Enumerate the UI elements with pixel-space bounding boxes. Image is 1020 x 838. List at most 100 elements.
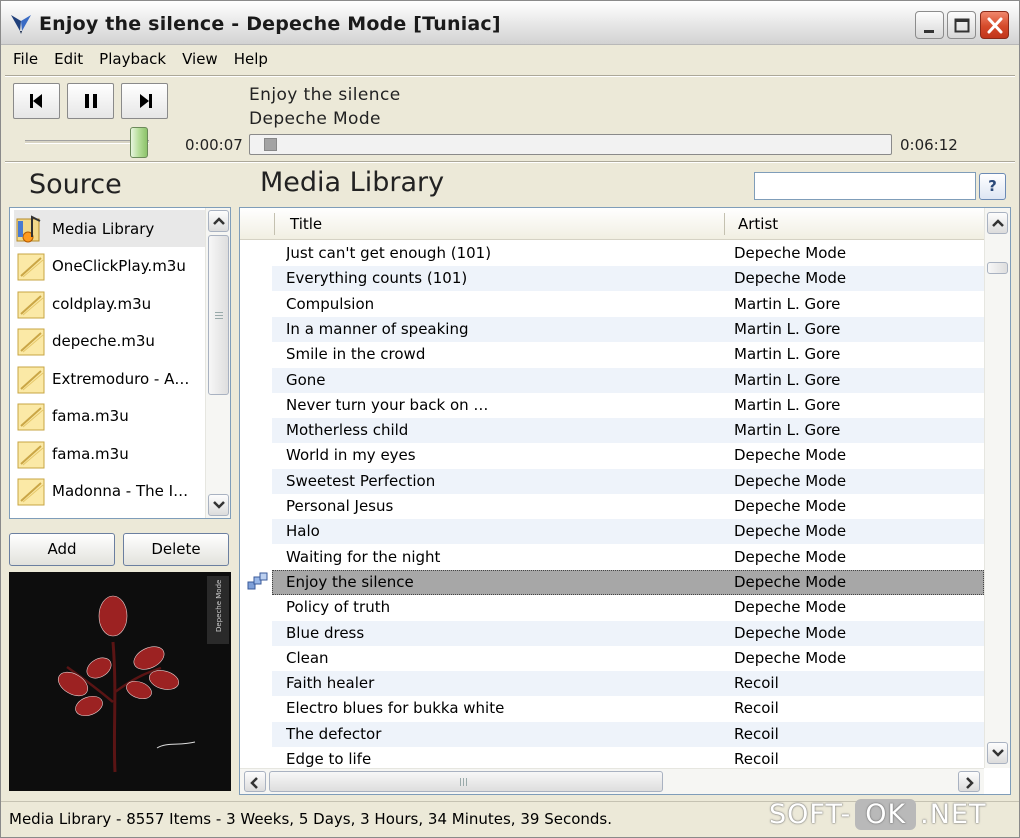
source-item-label: depeche.m3u [52,332,155,350]
cell-artist: Recoil [734,674,779,693]
cell-title: Smile in the crowd [286,345,426,364]
column-artist-header[interactable]: Artist [738,215,778,233]
table-row[interactable]: World in my eyes Depeche Mode [240,443,984,468]
menu-divider [5,75,1015,77]
source-item[interactable]: Media Library [14,210,208,247]
add-button[interactable]: Add [9,533,115,566]
source-item[interactable]: OneClickPlay.m3u [14,248,208,285]
table-row[interactable]: Electro blues for bukka white Recoil [240,696,984,721]
horizontal-scroll-thumb[interactable] [269,771,663,792]
source-scrollbar[interactable] [205,208,230,518]
watermark-prefix: SOFT- [769,798,852,830]
table-row[interactable]: Everything counts (101) Depeche Mode [240,266,984,292]
chevron-down-icon [213,501,225,509]
help-button[interactable]: ? [979,173,1006,200]
library-vertical-scrollbar[interactable] [984,208,1010,768]
scroll-left-button[interactable] [244,771,266,792]
library-scroll-down-button[interactable] [987,742,1008,764]
close-icon [987,17,1003,34]
source-item[interactable]: depeche.m3u [14,323,208,360]
chevron-up-icon [213,217,225,225]
watermark: SOFT- OK .NET [769,796,987,832]
source-item[interactable]: Extremoduro - A… [14,360,208,397]
scroll-thumb[interactable] [208,235,229,395]
chevron-right-icon [966,777,974,789]
table-row[interactable]: Smile in the crowd Martin L. Gore [240,342,984,367]
source-list: Media Library OneClickPlay.m3u coldplay.m3… [9,207,231,519]
seek-bar[interactable] [249,134,892,155]
pause-icon [85,94,97,108]
previous-button[interactable] [13,83,60,119]
menu-file[interactable]: File [5,47,46,73]
table-row[interactable]: Halo Depeche Mode [240,519,984,545]
cell-title: Edge to life [286,750,372,768]
minimize-button[interactable] [915,11,944,39]
media-library-table: Title Artist Just can't get enough (101)… [239,207,1011,795]
table-row[interactable]: Just can't get enough (101) Depeche Mode [240,241,984,266]
scroll-up-button[interactable] [208,210,229,232]
source-item[interactable]: Madonna - The I… [14,473,208,510]
playlist-icon [17,478,45,506]
library-scroll-up-button[interactable] [987,212,1008,234]
playlist-icon [17,403,45,431]
table-row[interactable]: Sweetest Perfection Depeche Mode [240,468,984,494]
table-row[interactable]: Never turn your back on … Martin L. Gore [240,393,984,418]
table-row[interactable]: Personal Jesus Depeche Mode [240,494,984,519]
title-bar[interactable]: Enjoy the silence - Depeche Mode [Tuniac… [1,1,1019,45]
table-row[interactable]: Gone Martin L. Gore [240,367,984,393]
next-button[interactable] [121,83,168,119]
seek-thumb[interactable] [264,138,278,151]
table-row[interactable]: Blue dress Depeche Mode [240,620,984,646]
media-library-icon [16,214,41,242]
source-item[interactable]: coldplay.m3u [14,285,208,322]
source-item[interactable]: fama.m3u [14,398,208,435]
cell-title: Clean [286,648,329,667]
table-row[interactable]: Motherless child Martin L. Gore [240,418,984,444]
cell-title: Personal Jesus [286,497,394,515]
playlist-icon [17,291,45,318]
search-input[interactable] [754,172,976,200]
library-horizontal-scrollbar[interactable] [240,768,984,794]
source-item-label: Extremoduro - A… [52,369,190,388]
table-row[interactable]: In a manner of speaking Martin L. Gore [240,316,984,342]
table-row[interactable]: Policy of truth Depeche Mode [240,595,984,620]
cell-title: Enjoy the silence [286,572,414,591]
table-row[interactable]: Compulsion Martin L. Gore [240,292,984,317]
table-row[interactable]: Faith healer Recoil [240,671,984,697]
tuniac-butterfly-icon [11,15,31,34]
scroll-down-button[interactable] [208,494,229,516]
cell-artist: Martin L. Gore [734,294,841,313]
cell-title: Electro blues for bukka white [286,699,505,718]
volume-slider-thumb[interactable] [130,127,149,158]
library-scroll-thumb[interactable] [987,262,1008,274]
delete-button[interactable]: Delete [123,533,229,566]
svg-text:Depeche Mode: Depeche Mode [215,580,223,632]
source-item[interactable]: fama.m3u [14,435,208,472]
table-row[interactable]: Waiting for the night Depeche Mode [240,545,984,570]
cell-artist: Martin L. Gore [734,345,841,364]
playlist-icon [17,328,45,356]
cell-title: World in my eyes [286,446,416,465]
source-item-label: fama.m3u [52,407,129,425]
cell-artist: Depeche Mode [734,598,847,617]
cell-title: Everything counts (101) [286,269,468,288]
source-item-label: Madonna - The I… [52,482,189,500]
cell-artist: Depeche Mode [734,648,847,667]
menu-playback[interactable]: Playback [91,47,174,73]
table-row[interactable]: The defector Recoil [240,721,984,747]
app-window: Enjoy the silence - Depeche Mode [Tuniac… [0,0,1020,838]
maximize-button[interactable] [947,11,976,39]
menu-help[interactable]: Help [226,47,276,73]
menu-edit[interactable]: Edit [46,47,91,73]
scroll-right-button[interactable] [958,771,980,792]
table-header: Title Artist [240,208,984,240]
table-row[interactable]: Enjoy the silence Depeche Mode [240,569,984,595]
menu-view[interactable]: View [174,47,226,73]
cell-artist: Depeche Mode [734,269,847,288]
pause-button[interactable] [67,83,114,119]
cell-title: Just can't get enough (101) [286,244,492,262]
window-title: Enjoy the silence - Depeche Mode [Tuniac… [39,13,501,35]
table-row[interactable]: Clean Depeche Mode [240,646,984,671]
close-button[interactable] [980,11,1009,39]
column-title-header[interactable]: Title [290,215,322,233]
